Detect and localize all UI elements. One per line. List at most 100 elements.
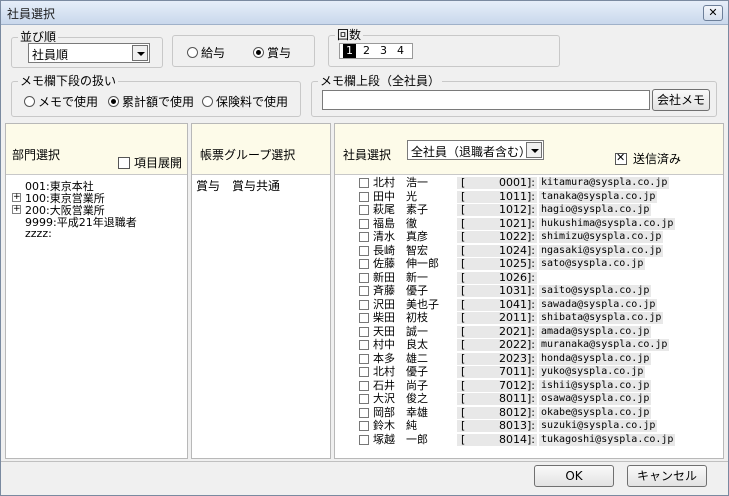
- employee-email: kitamura@syspla.co.jp: [539, 177, 670, 189]
- dept-tree: 001:東京本社 +100:東京営業所 +200:大阪営業所 9999:平成21年退職…: [6, 174, 187, 458]
- employee-code: 1026: [499, 270, 527, 284]
- employee-code-open-bracket: [: [461, 257, 466, 270]
- employee-checkbox[interactable]: [359, 353, 369, 364]
- table-row[interactable]: 塚越 一郎 [8014]: tukagoshi@syspla.co.jp: [335, 433, 723, 446]
- employee-checkbox[interactable]: [359, 259, 369, 269]
- employee-code-close: ]:: [527, 284, 535, 297]
- salary-type-group: 給与 賞与: [172, 35, 315, 67]
- employee-code-open-bracket: [: [461, 297, 466, 311]
- times-item-1[interactable]: 1: [343, 44, 356, 58]
- employee-code-close: ]:: [527, 365, 535, 378]
- company-memo-button[interactable]: 会社メモ: [652, 89, 710, 111]
- employee-checkbox[interactable]: [359, 205, 369, 215]
- sent-checkbox[interactable]: [615, 151, 627, 165]
- tree-item[interactable]: zzzz:: [12, 227, 52, 240]
- radio-insurance[interactable]: 保険料で使用: [202, 93, 288, 109]
- employee-code-close: ]:: [527, 311, 535, 324]
- list-item[interactable]: 賞与 賞与共通: [196, 177, 280, 194]
- employee-checkbox[interactable]: [359, 232, 369, 242]
- employee-code-open-bracket: [: [461, 203, 466, 216]
- table-row[interactable]: 北村 浩一 [0001]: kitamura@syspla.co.jp: [335, 177, 723, 189]
- employee-code: 7012: [499, 378, 527, 392]
- employee-checkbox[interactable]: [359, 245, 369, 256]
- employee-panel-header: 社員選択 全社員（退職者含む） 送信済み: [335, 124, 723, 174]
- table-row[interactable]: 天田 誠一 [2021]: amada@syspla.co.jp: [335, 325, 723, 338]
- sort-group-label: 並び順: [18, 30, 59, 44]
- chevron-down-icon[interactable]: [132, 45, 148, 61]
- employee-code: 2011: [499, 311, 527, 324]
- employee-email: amada@syspla.co.jp: [539, 325, 652, 338]
- table-row[interactable]: 石井 尚子 [7012]: ishii@syspla.co.jp: [335, 378, 723, 392]
- table-row[interactable]: 大沢 俊之 [8011]: osawa@syspla.co.jp: [335, 393, 723, 405]
- radio-salary[interactable]: 給与: [187, 44, 225, 60]
- radio-bonus-dot[interactable]: [253, 46, 264, 58]
- employee-checkbox[interactable]: [359, 326, 369, 337]
- employee-email: yuko@syspla.co.jp: [539, 366, 646, 378]
- radio-cumulative-dot[interactable]: [108, 95, 119, 107]
- table-row[interactable]: 村中 良太 [2022]: muranaka@syspla.co.jp: [335, 339, 723, 351]
- times-item-3[interactable]: 3: [377, 44, 390, 58]
- expand-items-toggle[interactable]: 項目展開: [118, 154, 182, 171]
- employee-checkbox[interactable]: [359, 313, 369, 323]
- radio-memo-use-dot[interactable]: [24, 95, 35, 107]
- employee-code: 8012: [499, 405, 527, 419]
- radio-salary-dot[interactable]: [187, 46, 198, 58]
- expand-plus-icon[interactable]: +: [12, 193, 21, 202]
- employee-checkbox[interactable]: [359, 178, 369, 188]
- employee-checkbox[interactable]: [359, 367, 369, 377]
- expand-items-checkbox[interactable]: [118, 156, 130, 169]
- table-row[interactable]: 萩尾 素子 [1012]: hagio@syspla.co.jp: [335, 204, 723, 216]
- table-row[interactable]: 沢田 美也子 [1041]: sawada@syspla.co.jp: [335, 297, 723, 311]
- employee-code: 1022: [499, 230, 527, 243]
- table-row[interactable]: 柴田 初枝 [2011]: shibata@syspla.co.jp: [335, 312, 723, 324]
- employee-code-open-bracket: [: [461, 419, 466, 432]
- table-row[interactable]: 新田 新一 [1026]:: [335, 270, 723, 284]
- chevron-down-icon[interactable]: [526, 142, 542, 158]
- sent-toggle[interactable]: 送信済み: [615, 150, 681, 167]
- employee-code-close: ]:: [527, 189, 535, 203]
- expand-plus-icon[interactable]: +: [12, 205, 21, 214]
- employee-filter-combo[interactable]: 全社員（退職者含む）: [407, 140, 544, 160]
- times-item-4[interactable]: 4: [394, 44, 407, 58]
- sort-combo[interactable]: 社員順: [28, 43, 150, 63]
- company-memo-input[interactable]: [322, 90, 650, 110]
- employee-checkbox[interactable]: [359, 407, 369, 418]
- employee-checkbox[interactable]: [359, 380, 369, 391]
- table-row[interactable]: 佐藤 伸一郎 [1025]: sato@syspla.co.jp: [335, 258, 723, 270]
- cancel-button[interactable]: キャンセル: [627, 465, 707, 487]
- group-list: 賞与 賞与共通: [192, 174, 330, 458]
- table-row[interactable]: 斉藤 優子 [1031]: saito@syspla.co.jp: [335, 285, 723, 297]
- employee-code-open-bracket: [: [461, 405, 466, 419]
- times-item-2[interactable]: 2: [360, 44, 373, 58]
- employee-checkbox[interactable]: [359, 421, 369, 431]
- employee-checkbox[interactable]: [359, 218, 369, 229]
- radio-insurance-dot[interactable]: [202, 95, 213, 107]
- employee-checkbox[interactable]: [359, 340, 369, 350]
- table-row[interactable]: 鈴木 純 [8013]: suzuki@syspla.co.jp: [335, 420, 723, 432]
- radio-memo-use[interactable]: メモで使用: [24, 93, 98, 109]
- table-row[interactable]: 田中 光 [1011]: tanaka@syspla.co.jp: [335, 189, 723, 203]
- close-button[interactable]: ✕: [703, 5, 723, 21]
- employee-panel: 社員選択 全社員（退職者含む） 送信済み 北村 浩一 [0001]: kitamur…: [334, 123, 724, 459]
- employee-name: 新田 新一: [373, 270, 428, 284]
- close-icon: ✕: [708, 6, 718, 19]
- employee-checkbox[interactable]: [359, 286, 369, 296]
- employee-code: 1011: [499, 189, 527, 203]
- table-row[interactable]: 岡部 幸雄 [8012]: okabe@syspla.co.jp: [335, 405, 723, 419]
- employee-checkbox[interactable]: [359, 434, 369, 445]
- employee-checkbox[interactable]: [359, 394, 369, 404]
- table-row[interactable]: 清水 真彦 [1022]: shimizu@syspla.co.jp: [335, 231, 723, 243]
- employee-checkbox[interactable]: [359, 272, 369, 283]
- employee-checkbox[interactable]: [359, 191, 369, 202]
- table-row[interactable]: 北村 優子 [7011]: yuko@syspla.co.jp: [335, 366, 723, 378]
- radio-cumulative[interactable]: 累計額で使用: [108, 93, 194, 109]
- table-row[interactable]: 本多 雄二 [2023]: honda@syspla.co.jp: [335, 351, 723, 365]
- employee-checkbox[interactable]: [359, 299, 369, 310]
- table-row[interactable]: 福島 徹 [1021]: hukushima@syspla.co.jp: [335, 217, 723, 230]
- table-row[interactable]: 長崎 智宏 [1024]: ngasaki@syspla.co.jp: [335, 244, 723, 257]
- employee-code-open-bracket: [: [461, 392, 466, 405]
- employee-code-open-bracket: [: [461, 270, 466, 284]
- ok-button[interactable]: OK: [534, 465, 614, 487]
- employee-code-open-bracket: [: [461, 351, 466, 365]
- radio-bonus[interactable]: 賞与: [253, 44, 291, 60]
